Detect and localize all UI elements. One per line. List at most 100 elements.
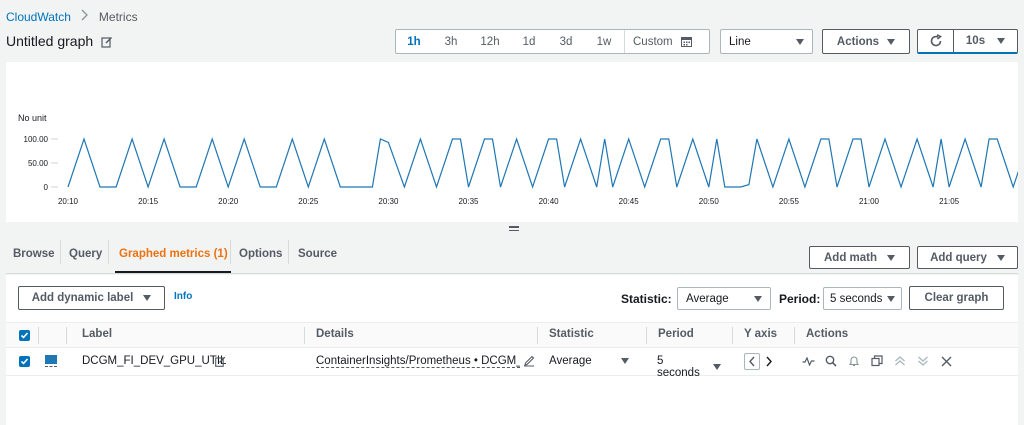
clear-graph-button[interactable]: Clear graph <box>909 286 1004 310</box>
clear-graph-label: Clear graph <box>924 292 989 304</box>
tab-source[interactable]: Source <box>298 235 337 273</box>
caret-down-icon <box>887 295 895 302</box>
caret-down-icon <box>996 254 1005 261</box>
x-tick-label: 21:05 <box>939 197 960 206</box>
add-query-button[interactable]: Add query <box>917 246 1018 269</box>
metrics-table-header: Label Details Statistic Period Y axis Ac… <box>6 322 1018 348</box>
line-chart: No unit 100.00 50.00 0 20:10 20:15 20:20 20:2… <box>18 113 1018 206</box>
move-up-icon[interactable] <box>893 354 907 368</box>
resize-handle[interactable] <box>509 226 519 233</box>
time-range-custom[interactable]: Custom <box>624 30 700 53</box>
bell-alarm-icon[interactable] <box>847 354 861 368</box>
column-header-label[interactable]: Label <box>82 328 112 340</box>
sparkline-icon[interactable] <box>801 354 815 368</box>
add-math-label: Add math <box>823 251 878 264</box>
metric-label[interactable]: DCGM_FI_DEV_GPU_UTIL <box>82 355 226 367</box>
edit-details-icon[interactable] <box>522 354 536 368</box>
row-statistic-select[interactable]: Average <box>549 355 629 367</box>
graph-title: Untitled graph <box>6 33 94 49</box>
select-all-checkbox[interactable] <box>19 330 30 341</box>
chevron-right-icon <box>81 9 89 24</box>
row-period-value: 5 seconds <box>657 355 700 379</box>
series-color-swatch[interactable] <box>45 355 57 367</box>
remove-metric-icon[interactable] <box>939 354 953 368</box>
add-query-label: Add query <box>930 251 987 264</box>
x-tick-label: 20:10 <box>58 197 79 206</box>
calendar-icon <box>680 36 692 47</box>
y-axis-label: No unit <box>18 113 47 123</box>
table-row: DCGM_FI_DEV_GPU_UTIL ContainerInsights/P… <box>6 348 1018 379</box>
y-axis-left-button[interactable] <box>744 353 760 370</box>
y-tick-label: 0 <box>44 183 49 192</box>
time-range-3d[interactable]: 3d <box>548 30 584 53</box>
tab-graphed-metrics[interactable]: Graphed metrics (1) <box>119 235 228 273</box>
add-dynamic-label-button[interactable]: Add dynamic label <box>18 286 165 310</box>
time-range-3h[interactable]: 3h <box>432 30 470 53</box>
search-icon[interactable] <box>824 354 838 368</box>
add-dynamic-label-text: Add dynamic label <box>31 292 134 304</box>
tab-browse[interactable]: Browse <box>13 235 55 273</box>
refresh-group: 10s <box>917 29 1018 54</box>
x-tick-label: 20:45 <box>619 197 640 206</box>
statistic-label: Statistic: <box>621 292 672 306</box>
statistic-select[interactable]: Average <box>677 287 771 310</box>
caret-down-icon <box>887 38 896 45</box>
x-tick-label: 20:55 <box>779 197 800 206</box>
x-tick-label: 20:35 <box>458 197 479 206</box>
y-axis-right-button[interactable] <box>762 354 776 368</box>
move-down-icon[interactable] <box>916 354 930 368</box>
tab-options[interactable]: Options <box>239 235 282 273</box>
caret-down-icon <box>887 254 896 261</box>
column-header-statistic[interactable]: Statistic <box>549 328 594 340</box>
refresh-button[interactable] <box>918 30 954 52</box>
refresh-icon <box>929 34 943 48</box>
x-tick-label: 20:50 <box>699 197 720 206</box>
graph-title-row: Untitled graph <box>6 33 113 49</box>
x-tick-label: 20:15 <box>138 197 159 206</box>
time-range-selector: 1h 3h 12h 1d 3d 1w Custom <box>395 29 710 54</box>
period-select[interactable]: 5 seconds <box>823 287 902 310</box>
add-math-button[interactable]: Add math <box>809 246 910 269</box>
series-line-dcgm-gpu-util <box>67 137 1018 189</box>
y-tick-label: 50.00 <box>28 159 49 168</box>
x-tick-label: 20:20 <box>218 197 239 206</box>
x-tick-label: 20:25 <box>298 197 319 206</box>
time-range-12h[interactable]: 12h <box>470 30 510 53</box>
x-tick-label: 20:40 <box>539 197 560 206</box>
chart-panel: No unit 100.00 50.00 0 20:10 20:15 20:20 20:2… <box>6 62 1018 222</box>
custom-label: Custom <box>633 35 673 48</box>
breadcrumb-cloudwatch-link[interactable]: CloudWatch <box>6 10 71 24</box>
refresh-interval-select[interactable]: 10s <box>954 30 1017 52</box>
x-tick-label: 21:00 <box>859 197 880 206</box>
breadcrumb-current: Metrics <box>98 9 138 24</box>
time-range-1w[interactable]: 1w <box>584 30 624 53</box>
column-header-details[interactable]: Details <box>316 328 354 340</box>
actions-button[interactable]: Actions <box>822 29 910 54</box>
refresh-interval-value: 10s <box>965 35 986 47</box>
caret-down-icon <box>997 38 1006 44</box>
duplicate-icon[interactable] <box>870 354 884 368</box>
period-value: 5 seconds <box>830 292 883 305</box>
x-tick-label: 20:30 <box>378 197 399 206</box>
time-range-1d[interactable]: 1d <box>510 30 548 53</box>
time-range-1h[interactable]: 1h <box>396 30 432 53</box>
caret-down-icon <box>621 358 629 364</box>
row-statistic-value: Average <box>549 355 592 367</box>
breadcrumb: CloudWatch Metrics <box>6 9 138 24</box>
caret-down-icon <box>754 295 762 302</box>
actions-label: Actions <box>836 35 880 48</box>
chart-type-value: Line <box>729 35 751 48</box>
row-period-select[interactable]: 5 seconds <box>657 355 721 379</box>
column-header-y-axis[interactable]: Y axis <box>744 328 777 340</box>
info-link[interactable]: Info <box>174 291 192 302</box>
tab-query[interactable]: Query <box>69 235 102 273</box>
edit-title-icon[interactable] <box>101 35 113 48</box>
column-header-actions: Actions <box>806 328 849 340</box>
metric-details[interactable]: ContainerInsights/Prometheus • DCGM_FI_D… <box>316 355 520 368</box>
row-select-checkbox[interactable] <box>19 356 30 367</box>
column-header-period[interactable]: Period <box>658 328 694 340</box>
y-tick-label: 100.00 <box>24 135 49 144</box>
period-label: Period: <box>779 292 821 306</box>
edit-label-icon[interactable] <box>213 354 227 368</box>
chart-type-select[interactable]: Line <box>720 29 813 54</box>
